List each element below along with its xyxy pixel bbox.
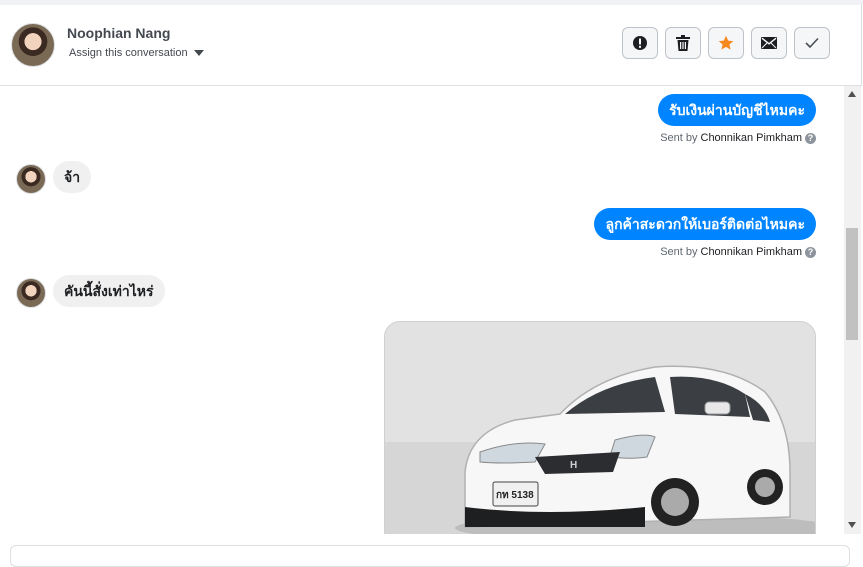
checkmark-icon: [805, 37, 819, 49]
sender-name[interactable]: Chonnikan Pimkham: [701, 246, 803, 258]
message-composer[interactable]: [10, 545, 850, 567]
contact-avatar[interactable]: [11, 23, 55, 67]
scroll-thumb[interactable]: [846, 228, 858, 340]
scroll-up-arrow-icon[interactable]: [848, 91, 856, 97]
sent-by-line: Sent by Chonnikan Pimkham ?: [660, 246, 816, 258]
outgoing-message[interactable]: รับเงินผ่านบัญชีไหมคะ: [658, 94, 816, 126]
license-plate: กท 5138: [496, 490, 534, 501]
star-icon: [718, 35, 734, 50]
mark-spam-button[interactable]: [622, 27, 658, 59]
sent-by-prefix: Sent by: [660, 246, 698, 258]
incoming-message[interactable]: คันนี้สั่งเท่าไหร่: [53, 275, 165, 307]
contact-avatar-small[interactable]: [16, 164, 46, 194]
help-icon[interactable]: ?: [805, 246, 816, 258]
contact-name[interactable]: Noophian Nang: [67, 25, 170, 41]
sender-name[interactable]: Chonnikan Pimkham: [701, 132, 803, 144]
car-image: H กท 5138: [385, 322, 815, 534]
help-icon[interactable]: ?: [805, 132, 816, 144]
caret-down-icon: [193, 50, 204, 56]
scroll-down-arrow-icon[interactable]: [848, 522, 856, 528]
assign-conversation-dropdown[interactable]: Assign this conversation: [69, 47, 204, 59]
star-button[interactable]: [708, 27, 744, 59]
contact-avatar-small[interactable]: [16, 278, 46, 308]
mark-done-button[interactable]: [794, 27, 830, 59]
incoming-message[interactable]: จ้า: [53, 161, 92, 193]
outgoing-message[interactable]: ลูกค้าสะดวกให้เบอร์ติดต่อไหมคะ: [594, 208, 816, 240]
envelope-icon: [761, 37, 777, 49]
assign-label: Assign this conversation: [69, 47, 188, 59]
car-photo-attachment[interactable]: H กท 5138: [384, 321, 816, 534]
email-button[interactable]: [751, 27, 787, 59]
trash-icon: [676, 35, 690, 51]
sent-by-prefix: Sent by: [660, 132, 698, 144]
conversation-header: Noophian Nang Assign this conversation: [0, 5, 862, 86]
svg-text:H: H: [570, 460, 577, 471]
delete-button[interactable]: [665, 27, 701, 59]
message-thread[interactable]: รับเงินผ่านบัญชีไหมคะ Sent by Chonnikan …: [0, 86, 843, 534]
exclamation-circle-icon: [633, 36, 647, 50]
sent-by-line: Sent by Chonnikan Pimkham ?: [660, 132, 816, 144]
thread-scrollbar[interactable]: [844, 86, 861, 534]
